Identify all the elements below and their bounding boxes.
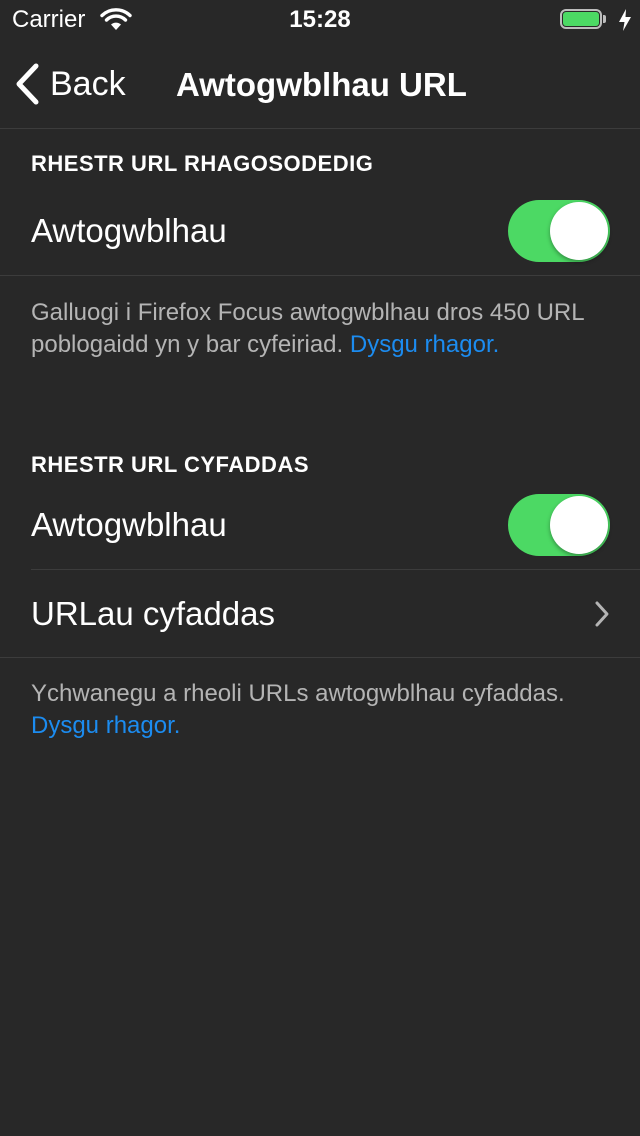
status-time: 15:28 — [289, 6, 351, 33]
custom-list-footer-text: Ychwanegu a rheoli URLs awtogwblhau cyfa… — [31, 680, 565, 707]
chevron-left-icon — [16, 63, 39, 105]
autocomplete-custom-toggle[interactable] — [508, 494, 610, 556]
autocomplete-custom-row: Awtogwblhau — [0, 482, 640, 570]
battery-fill — [563, 12, 599, 26]
toggle-knob — [550, 202, 608, 260]
custom-list-footer: Ychwanegu a rheoli URLs awtogwblhau cyfa… — [31, 678, 611, 742]
section-header-default-list: RHESTR URL RHAGOSODEDIG — [31, 151, 374, 176]
toggle-knob — [550, 496, 608, 554]
back-label: Back — [50, 64, 126, 103]
autocomplete-default-toggle[interactable] — [508, 200, 610, 262]
custom-urls-label: URLau cyfaddas — [31, 595, 275, 632]
navigation-bar: Back Awtogwblhau URL — [0, 40, 640, 129]
back-button[interactable]: Back — [14, 62, 126, 106]
battery-icon — [560, 9, 608, 31]
default-list-footer: Galluogi i Firefox Focus awtogwblhau dro… — [31, 297, 611, 361]
separator — [0, 657, 640, 658]
separator — [0, 275, 640, 276]
section-header-custom-list: RHESTR URL CYFADDAS — [31, 452, 310, 477]
chevron-right-icon — [595, 601, 609, 627]
learn-more-link-custom[interactable]: Dysgu rhagor. — [31, 712, 180, 739]
learn-more-link-default[interactable]: Dysgu rhagor. — [350, 331, 499, 358]
custom-urls-row[interactable]: URLau cyfaddas — [0, 570, 640, 657]
autocomplete-custom-label: Awtogwblhau — [31, 506, 227, 543]
page-title: Awtogwblhau URL — [176, 66, 467, 103]
status-bar: Carrier 15:28 — [0, 0, 640, 40]
default-list-footer-text: Galluogi i Firefox Focus awtogwblhau dro… — [31, 299, 584, 358]
charging-bolt-icon — [619, 9, 631, 31]
autocomplete-default-label: Awtogwblhau — [31, 212, 227, 249]
autocomplete-default-row: Awtogwblhau — [0, 188, 640, 276]
